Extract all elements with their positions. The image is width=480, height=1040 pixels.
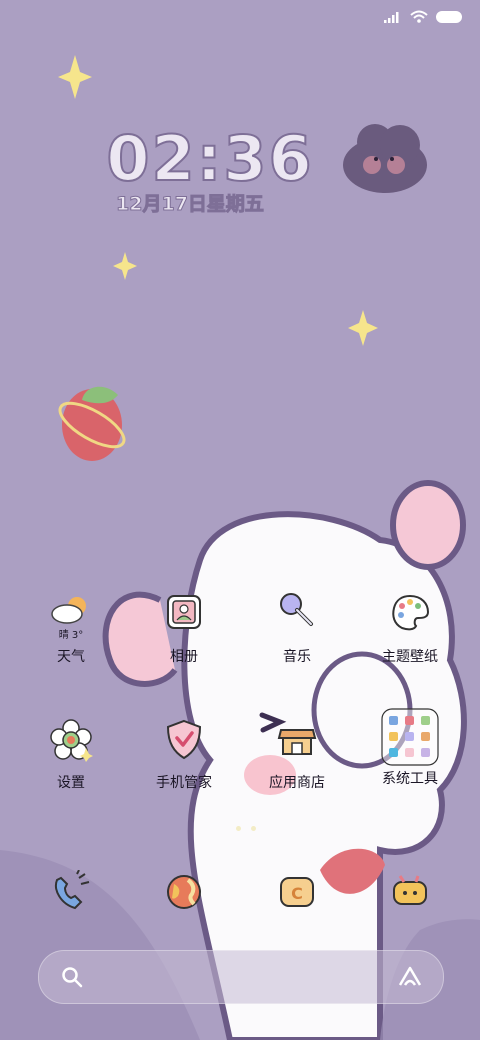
page-indicator	[236, 826, 256, 831]
folder-system-tools[interactable]: 系统工具	[362, 708, 458, 788]
app-music[interactable]: 音乐	[249, 592, 345, 666]
signal-icon	[384, 11, 399, 23]
app-label: 相册	[170, 649, 198, 665]
assistant-icon[interactable]	[397, 965, 423, 989]
messages-icon	[388, 870, 432, 914]
app-security[interactable]: 手机管家	[136, 718, 232, 792]
weather-icon: 晴 3°	[49, 592, 93, 641]
clock-time: 02:36	[105, 121, 314, 196]
app-label: 手机管家	[156, 775, 212, 791]
browser-icon	[162, 870, 206, 914]
battery-icon	[436, 10, 462, 23]
app-label: 系统工具	[382, 771, 438, 787]
camera-icon: C	[275, 870, 319, 914]
app-store[interactable]: 应用商店	[249, 718, 345, 792]
svg-text:C: C	[291, 884, 303, 903]
wifi-icon	[410, 10, 428, 23]
page-dot	[251, 826, 256, 831]
dock-browser[interactable]	[136, 870, 232, 914]
dock-phone[interactable]	[23, 869, 119, 914]
app-gallery[interactable]: 相册	[136, 592, 232, 666]
page-dot	[236, 826, 241, 831]
music-icon	[275, 592, 319, 636]
app-label: 音乐	[283, 649, 311, 665]
app-label: 应用商店	[269, 775, 325, 791]
app-themes[interactable]: 主题壁纸	[362, 592, 458, 666]
settings-icon	[49, 718, 93, 762]
app-label: 设置	[57, 775, 85, 791]
app-label: 主题壁纸	[382, 649, 438, 665]
search-icon[interactable]	[61, 966, 83, 988]
phone-icon	[49, 869, 93, 914]
gallery-icon	[162, 592, 206, 636]
weather-temp: 晴 3°	[58, 630, 84, 641]
app-label: 天气	[57, 649, 85, 665]
dock-camera[interactable]: C	[249, 870, 345, 914]
app-weather[interactable]: 晴 3° 天气	[23, 592, 119, 666]
search-bar[interactable]	[38, 950, 444, 1004]
dock-messages[interactable]	[362, 870, 458, 914]
folder-icon	[381, 708, 439, 766]
status-bar	[384, 10, 462, 23]
theme-icon	[388, 592, 432, 636]
security-icon	[162, 718, 206, 762]
clock-date: 12月17日星期五	[116, 193, 265, 216]
clock-widget[interactable]: 02:36 12月17日星期五	[0, 121, 480, 216]
app-store-icon	[275, 718, 319, 762]
strawberry-planet-decoration	[58, 386, 126, 461]
app-settings[interactable]: 设置	[23, 718, 119, 792]
